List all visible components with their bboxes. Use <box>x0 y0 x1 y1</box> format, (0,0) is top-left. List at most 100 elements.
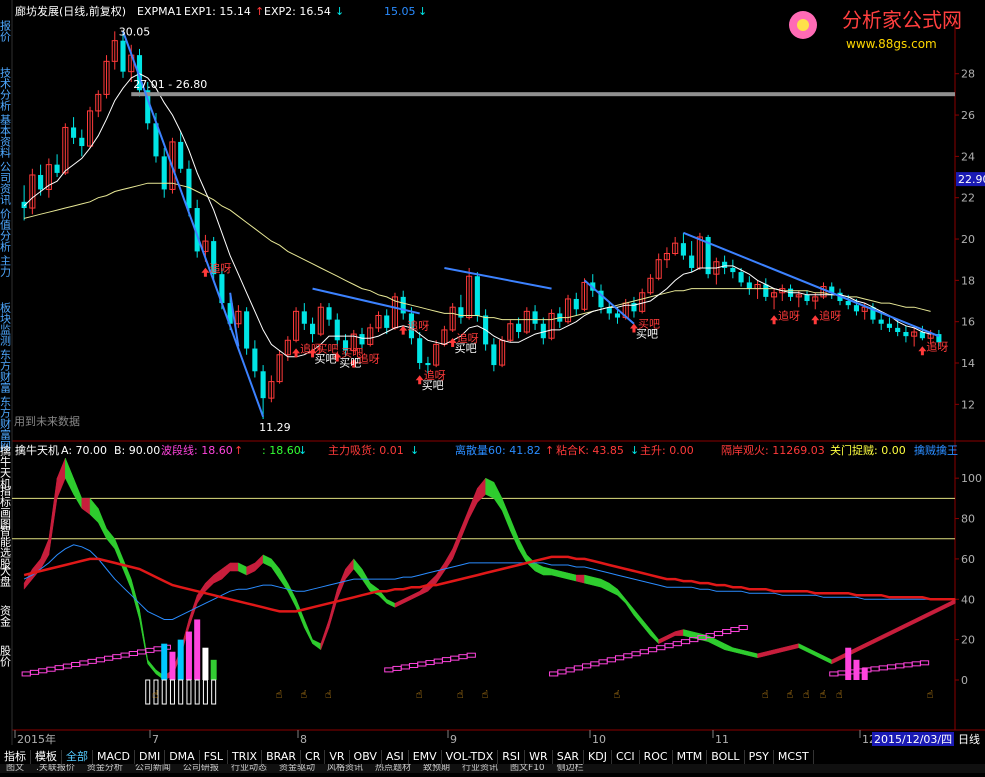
bottom-menu-item[interactable]: 图文 <box>0 764 30 773</box>
indicator-tab[interactable]: EMV <box>409 750 442 764</box>
bottom-menu-item[interactable]: 侧边栏 <box>551 764 590 773</box>
sub-header-field: 离散量60: 41.82 <box>455 443 541 457</box>
sub-header-field: : 18.60 <box>262 444 301 457</box>
candle-body-down <box>79 137 85 147</box>
bottom-menu-item[interactable]: 资金分析 <box>81 764 129 773</box>
bottom-menu-item[interactable]: 资金驱动 <box>273 764 321 773</box>
bottom-menu-item[interactable]: 行业动态 <box>225 764 273 773</box>
indicator-tab[interactable]: ROC <box>640 750 673 764</box>
date-label: 2015年 <box>17 732 56 746</box>
sub-header-field: 擒牛天机 <box>15 443 59 457</box>
signal-zhui-label: 追呀 <box>778 308 800 322</box>
signal-mai-label: 买吧 <box>636 328 658 341</box>
sub-header-field: B: 90.00 <box>114 444 160 457</box>
last-price-value: 22.90 <box>958 173 985 186</box>
bottom-menu-item[interactable]: 热点题材 <box>369 764 417 773</box>
indicator-tab[interactable]: FSL <box>200 750 228 764</box>
pointing-hand-icon: ☝ <box>927 688 934 701</box>
indicator-tab[interactable]: DMI <box>135 750 166 764</box>
sidebar-label-lower[interactable]: 资金 <box>0 605 12 627</box>
candle-body-down <box>903 332 909 337</box>
indicator-tab[interactable]: 模板 <box>31 750 62 764</box>
indicator-tab[interactable]: CCI <box>612 750 640 764</box>
low-label: 11.29 <box>259 421 291 434</box>
wave-ribbon-segment <box>584 574 594 586</box>
header-field: EXPMA1 <box>137 5 182 18</box>
price-tick-label: 28 <box>961 68 975 81</box>
price-tick-label: 14 <box>961 357 975 370</box>
candle-body-down <box>120 40 126 72</box>
indicator-tab[interactable]: CR <box>301 750 326 764</box>
pointing-hand-icon: ☝ <box>457 688 464 701</box>
candle-body-down <box>540 323 546 339</box>
indicator-tab[interactable]: MCST <box>774 750 814 764</box>
bottom-menu-item[interactable]: 公司新闻 <box>129 764 177 773</box>
pointing-hand-icon: ☝ <box>482 688 489 701</box>
sidebar-label-lower[interactable]: 大盘 <box>0 564 12 587</box>
candle-body-down <box>532 311 538 324</box>
sidebar-label[interactable]: 基本资料 <box>0 114 12 159</box>
indicator-tab[interactable]: PSY <box>745 750 774 764</box>
sidebar-label-lower[interactable]: 擒牛天机 <box>0 444 12 489</box>
sidebar-label[interactable]: 公司资讯 <box>0 161 12 206</box>
bottom-menu-item[interactable]: 公司研报 <box>177 764 225 773</box>
header-field: 廊坊发展(日线,前复权) <box>15 4 126 18</box>
selected-date: 2015/12/03/四 <box>874 733 952 746</box>
sidebar-label[interactable]: 报价 <box>0 19 12 42</box>
indicator-tab[interactable]: 指标 <box>0 750 31 764</box>
date-label: 10 <box>592 733 606 746</box>
sidebar-label-lower[interactable]: 股价 <box>0 645 12 667</box>
signal-zhui-label: 追呀 <box>209 261 231 275</box>
bottom-menu-item[interactable]: 风格资讯 <box>321 764 369 773</box>
candle-body-down <box>425 363 431 366</box>
date-label: 11 <box>715 733 729 746</box>
indicator-tab[interactable]: MACD <box>93 750 135 764</box>
bottom-menu-item[interactable]: 行业资讯 <box>456 764 504 773</box>
indicator-tab[interactable]: KDJ <box>584 750 612 764</box>
bottom-menu-item[interactable]: 图文F10 <box>504 764 551 773</box>
date-label: 7 <box>152 733 159 746</box>
indicator-tab[interactable]: OBV <box>350 750 382 764</box>
sub-header-field: ↓ <box>298 444 307 457</box>
indicator-tab[interactable]: MTM <box>673 750 708 764</box>
sidebar-label[interactable]: 技术分析 <box>0 67 12 112</box>
sidebar-label[interactable]: 价值分析 <box>0 208 12 253</box>
sidebar-label-lower[interactable]: 智能选股 <box>0 524 12 570</box>
signal-mai-label: 买吧 <box>455 342 477 355</box>
candle-body-down <box>722 261 728 268</box>
indicator-tab[interactable]: WR <box>525 750 553 764</box>
candle-body-down <box>573 298 579 310</box>
sidebar-label[interactable]: 板块监测 <box>0 301 12 347</box>
sub-tick-label: 40 <box>961 593 975 606</box>
indicator-tab[interactable]: RSI <box>498 750 526 764</box>
pointing-hand-icon: ☝ <box>300 688 307 701</box>
indicator-tab[interactable]: VR <box>325 750 350 764</box>
indicator-tab[interactable]: ASI <box>382 750 409 764</box>
sidebar-label[interactable]: 东方财富网 <box>0 396 12 452</box>
price-tick-label: 18 <box>961 274 975 287</box>
candle-body-down <box>474 276 480 316</box>
sub-header-field: 主升: 0.00 <box>640 444 694 457</box>
candle-body-down <box>804 294 810 302</box>
pointing-hand-icon: ☝ <box>836 688 843 701</box>
candle-body-down <box>491 344 497 366</box>
sidebar-label-lower[interactable]: 指标画图 <box>0 484 12 530</box>
price-tick-label: 26 <box>961 109 975 122</box>
bottom-menu-item[interactable]: 致预期 <box>417 764 456 773</box>
candle-body-down <box>730 267 736 273</box>
sidebar-label[interactable]: 东方财富 <box>0 349 12 394</box>
candle-body-down <box>326 307 332 320</box>
signal-bar <box>185 631 192 680</box>
bottom-menu-item[interactable]: .关联报价 <box>30 764 81 773</box>
indicator-tab[interactable]: 全部 <box>62 750 93 764</box>
sub-header-field: 粘合K: 43.85 <box>556 443 624 457</box>
indicator-tab[interactable]: SAR <box>553 750 585 764</box>
stock-chart-svg: ☝ ☝ ☝ ☝ ☝ ☝ ☝ ☝ ☝ ☝ ☝ ☝ ☝ ☝ 12 14 16 18 20 22 24 26 28 27.01 -… <box>0 0 985 773</box>
indicator-tab[interactable]: BOLL <box>707 750 745 764</box>
indicator-tab[interactable]: VOL-TDX <box>442 750 499 764</box>
header-field: ↓ <box>335 5 344 18</box>
indicator-tab[interactable]: BRAR <box>262 750 302 764</box>
indicator-tab[interactable]: TRIX <box>228 750 263 764</box>
indicator-tab[interactable]: DMA <box>165 750 200 764</box>
sidebar-label[interactable]: 主力 <box>0 255 12 277</box>
